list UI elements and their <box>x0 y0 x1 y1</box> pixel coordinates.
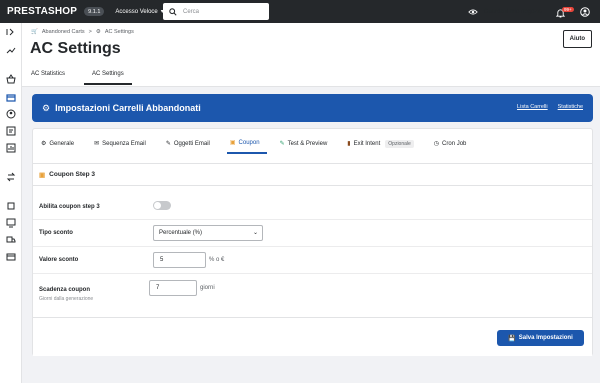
page-header: 🛒 Abandoned Carts > ⚙ AC Settings AC Set… <box>22 23 600 87</box>
cart-list-link[interactable]: Lista Carrelli <box>517 104 548 110</box>
discount-type-row: Tipo sconto Percentuale (%) ⌄ <box>33 220 592 247</box>
user-icon[interactable] <box>580 6 590 17</box>
basket-icon[interactable] <box>6 74 16 84</box>
test-tube-icon: ✎ <box>279 141 285 147</box>
section-title: Coupon Step 3 <box>49 171 96 178</box>
coupon-expiry-input[interactable]: 7 <box>149 280 197 296</box>
statistics-link[interactable]: Statistiche <box>558 104 583 110</box>
quick-access-label: Accesso Veloce <box>115 8 158 15</box>
tab-email-sequence[interactable]: ✉ Sequenza Email <box>91 137 153 154</box>
page-title: AC Settings <box>30 40 121 57</box>
tab-label: Exit Intent <box>353 140 381 147</box>
eye-icon <box>467 9 478 14</box>
sync-arrows-icon[interactable] <box>6 172 16 182</box>
gear-icon: ⚙ <box>41 141 47 147</box>
tab-label: Sequenza Email <box>102 140 146 147</box>
tab-ac-statistics[interactable]: AC Statistics <box>31 71 74 85</box>
settings-card: ⚙ Generale ✉ Sequenza Email ✎ Oggetti Email… <box>32 128 593 356</box>
notifications-button[interactable]: 99+ <box>556 6 574 18</box>
tab-label: Oggetti Email <box>173 140 210 147</box>
coupon-section: ▣ Coupon Step 3 Abilita coupon step 3 Ti… <box>33 163 592 318</box>
breadcrumb-item[interactable]: AC Settings <box>105 29 134 35</box>
puzzle-icon[interactable] <box>6 201 16 211</box>
save-settings-button[interactable]: 💾 Salva Impostazioni <box>497 330 584 346</box>
coupon-expiry-label: Scadenza coupon <box>39 287 91 293</box>
chevron-down-icon: ⌄ <box>252 230 258 236</box>
enable-coupon-toggle[interactable] <box>153 201 171 210</box>
clock-icon: ◷ <box>433 141 440 147</box>
tab-label: Test & Preview <box>287 140 328 147</box>
gear-icon: ⚙ <box>42 102 51 113</box>
topbar-right: Guarda il mio negozio 99+ <box>467 0 600 23</box>
discount-unit: % o € <box>209 257 225 263</box>
save-icon: 💾 <box>508 335 516 342</box>
breadcrumb-separator: > <box>88 29 92 35</box>
store-icon[interactable] <box>6 92 16 102</box>
door-icon: ▮ <box>347 141 351 147</box>
discount-value-label: Valore sconto <box>39 257 79 263</box>
search-placeholder: Cerca <box>183 8 200 15</box>
tab-cron-job[interactable]: ◷ Cron Job <box>431 137 474 154</box>
enable-coupon-label: Abilita coupon step 3 <box>39 204 100 210</box>
tab-ac-settings[interactable]: AC Settings <box>84 71 132 85</box>
version-badge: 9.1.1 <box>84 7 105 16</box>
discount-value-input[interactable]: 5 <box>153 252 206 268</box>
customer-icon[interactable] <box>6 109 16 119</box>
card-footer: 💾 Salva Impostazioni <box>33 325 592 356</box>
coupon-expiry-row: Scadenza coupon Giorni dalla generazione… <box>33 274 592 314</box>
enable-coupon-row: Abilita coupon step 3 <box>33 186 592 220</box>
coupon-icon: ▣ <box>229 140 236 146</box>
pencil-icon: ✎ <box>165 141 171 147</box>
cart-icon: 🛒 <box>31 29 38 35</box>
quick-access-menu[interactable]: Accesso Veloce ▾ <box>115 8 163 16</box>
settings-banner: ⚙ Impostazioni Carrelli Abbandonati List… <box>32 94 593 122</box>
expiry-unit: giorni <box>200 285 215 291</box>
notification-count: 99+ <box>562 6 574 12</box>
tab-email-subjects[interactable]: ✎ Oggetti Email <box>163 137 217 154</box>
collapse-menu-icon[interactable] <box>6 27 16 37</box>
prestashop-logo[interactable]: PRESTASHOP <box>7 6 77 17</box>
sidebar <box>0 23 22 383</box>
tab-label: Generale <box>49 140 75 147</box>
save-label: Salva Impostazioni <box>518 335 573 341</box>
search-icon <box>169 7 177 16</box>
optional-badge: Opzionale <box>385 139 414 148</box>
envelope-icon: ✉ <box>94 141 100 147</box>
tab-test-preview[interactable]: ✎ Test & Preview <box>277 137 335 154</box>
tab-coupon[interactable]: ▣ Coupon <box>226 137 267 154</box>
tab-label: Cron Job <box>442 140 467 147</box>
view-store-link[interactable]: Guarda il mio negozio <box>484 9 542 15</box>
coupon-expiry-help: Giorni dalla generazione <box>39 296 94 302</box>
search-input[interactable]: Cerca <box>163 3 269 20</box>
discount-value-row: Valore sconto 5 % o € <box>33 247 592 274</box>
message-icon[interactable] <box>6 126 16 136</box>
coupon-icon: ▣ <box>39 171 46 179</box>
tab-general[interactable]: ⚙ Generale <box>38 137 81 154</box>
select-value: Percentuale (%) <box>159 230 203 236</box>
discount-type-label: Tipo sconto <box>39 230 73 236</box>
header-tabs: AC Statistics AC Settings <box>31 71 140 85</box>
monitor-icon[interactable] <box>6 218 16 228</box>
gear-icon: ⚙ <box>95 29 101 35</box>
help-button[interactable]: Aiuto <box>562 30 592 48</box>
settings-tabs: ⚙ Generale ✉ Sequenza Email ✎ Oggetti Email… <box>38 137 483 154</box>
stats-trend-icon[interactable] <box>6 45 16 55</box>
tab-exit-intent[interactable]: ▮ Exit Intent Opzionale <box>344 137 421 154</box>
chart-bars-icon[interactable] <box>6 143 16 153</box>
section-header: ▣ Coupon Step 3 <box>33 164 592 186</box>
truck-icon[interactable] <box>6 235 16 245</box>
discount-type-select[interactable]: Percentuale (%) ⌄ <box>153 225 263 241</box>
breadcrumb: 🛒 Abandoned Carts > ⚙ AC Settings <box>31 29 134 35</box>
tab-label: Coupon <box>238 139 260 146</box>
breadcrumb-item[interactable]: Abandoned Carts <box>42 29 85 35</box>
banner-title: Impostazioni Carrelli Abbandonati <box>55 103 201 113</box>
credit-card-icon[interactable] <box>6 252 16 262</box>
